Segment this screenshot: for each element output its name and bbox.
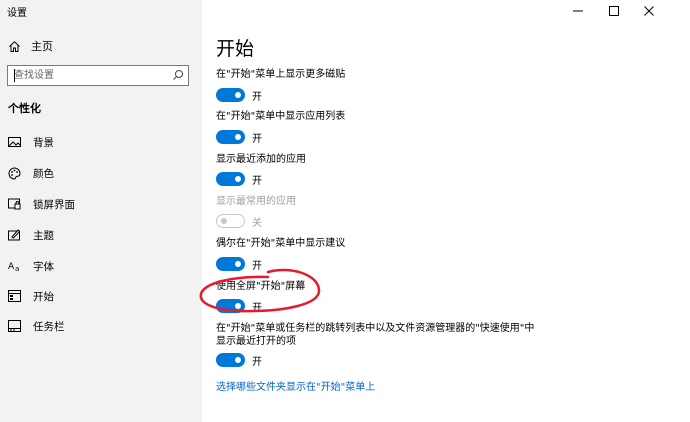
- home-icon: [9, 40, 20, 52]
- svg-text:A: A: [8, 262, 15, 272]
- window-title: 设置: [7, 8, 27, 19]
- setting-label: 偶尔在"开始"菜单中显示建议: [216, 238, 346, 249]
- toggle-recent-apps[interactable]: [216, 172, 245, 186]
- close-icon[interactable]: [643, 6, 655, 16]
- sidebar-item-background[interactable]: 背景: [7, 134, 54, 150]
- image-icon: [7, 135, 21, 149]
- setting-label-continued: 显示最近打开的项: [216, 336, 296, 347]
- toggle-state: 开: [252, 176, 262, 187]
- window-controls: [570, 0, 690, 22]
- home-label: 主页: [31, 40, 53, 53]
- sidebar-item-label: 主题: [33, 229, 54, 242]
- setting-label: 在"开始"菜单或任务栏的跳转列表中以及文件资源管理器的"快速使用"中: [216, 323, 535, 334]
- setting-label: 使用全屏"开始"屏幕: [216, 281, 306, 292]
- toggle-state: 开: [252, 303, 262, 314]
- svg-text:a: a: [15, 265, 19, 272]
- home-nav-item[interactable]: 主页: [8, 38, 53, 54]
- search-icon[interactable]: [172, 69, 184, 81]
- toggle-state: 开: [252, 261, 262, 272]
- sidebar-item-label: 背景: [33, 136, 54, 149]
- start-icon: [7, 289, 21, 303]
- toggle-state: 开: [252, 134, 262, 145]
- sidebar-item-themes[interactable]: 主题: [7, 227, 54, 243]
- sidebar-item-label: 任务栏: [33, 320, 65, 333]
- toggle-knob: [235, 261, 241, 267]
- toggle-knob: [235, 303, 241, 309]
- text-caret: [14, 69, 15, 82]
- lockscreen-icon: [7, 197, 21, 211]
- search-box[interactable]: [7, 65, 189, 86]
- toggle-knob: [221, 218, 227, 224]
- sidebar-item-fonts[interactable]: Aa 字体: [7, 258, 55, 274]
- sidebar-item-label: 颜色: [33, 167, 54, 180]
- toggle-most-used-apps[interactable]: [216, 214, 245, 228]
- toggle-state: 关: [252, 218, 262, 229]
- section-title: 个性化: [8, 102, 41, 115]
- setting-label: 在"开始"菜单上显示更多磁贴: [216, 69, 346, 80]
- main-panel: [202, 0, 690, 422]
- sidebar-item-label: 锁屏界面: [33, 198, 75, 211]
- toggle-fullscreen-start[interactable]: [216, 299, 245, 313]
- sidebar-item-taskbar[interactable]: 任务栏: [7, 318, 65, 334]
- minimize-icon[interactable]: [572, 6, 584, 16]
- sidebar: 设置 主页 个性化 背景 颜色 锁屏界面: [0, 0, 202, 422]
- sidebar-item-start[interactable]: 开始: [7, 288, 54, 304]
- toggle-knob: [235, 92, 241, 98]
- setting-label: 在"开始"菜单中显示应用列表: [216, 111, 346, 122]
- toggle-app-list[interactable]: [216, 130, 245, 144]
- taskbar-icon: [7, 319, 21, 333]
- sidebar-item-colors[interactable]: 颜色: [7, 165, 54, 181]
- search-input[interactable]: [8, 66, 168, 85]
- choose-folders-link[interactable]: 选择哪些文件夹显示在"开始"菜单上: [216, 378, 375, 393]
- setting-label: 显示最近添加的应用: [216, 154, 306, 165]
- page-title: 开始: [216, 38, 255, 60]
- maximize-icon[interactable]: [608, 6, 620, 16]
- toggle-more-tiles[interactable]: [216, 88, 245, 102]
- toggle-recent-items[interactable]: [216, 353, 245, 367]
- toggle-knob: [235, 357, 241, 363]
- toggle-suggestions[interactable]: [216, 257, 245, 271]
- palette-icon: [7, 166, 21, 180]
- toggle-knob: [235, 176, 241, 182]
- toggle-state: 开: [252, 357, 262, 368]
- font-icon: Aa: [7, 259, 21, 273]
- sidebar-item-lockscreen[interactable]: 锁屏界面: [7, 196, 75, 212]
- theme-icon: [7, 228, 21, 242]
- toggle-state: 开: [252, 92, 262, 103]
- sidebar-item-label: 开始: [33, 290, 54, 303]
- toggle-knob: [235, 134, 241, 140]
- setting-label: 显示最常用的应用: [216, 196, 296, 207]
- sidebar-item-label: 字体: [33, 260, 54, 273]
